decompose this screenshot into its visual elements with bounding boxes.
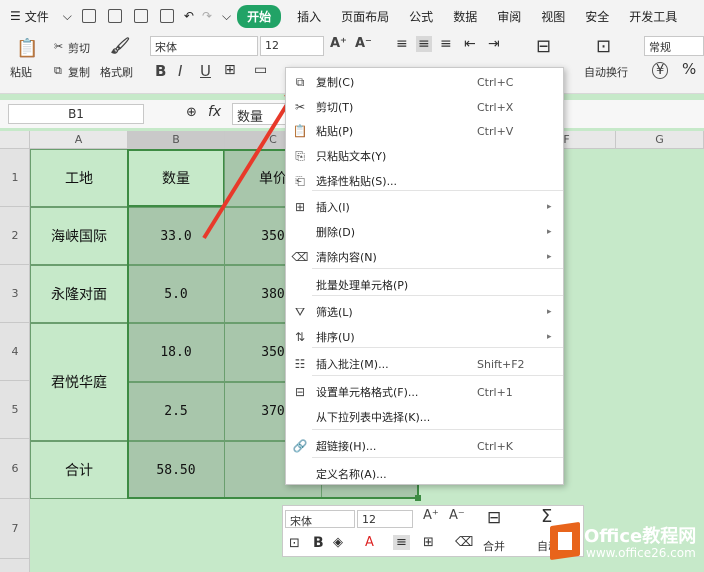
office-logo-inner <box>558 532 572 550</box>
context-menu-label: 排序(U) <box>316 331 355 344</box>
context-menu-label: 插入批注(M)... <box>316 358 389 371</box>
context-menu-label: 清除内容(N) <box>316 251 377 264</box>
mini-border-icon[interactable]: ⊞ <box>423 535 434 550</box>
arrow-line <box>202 88 298 240</box>
format-cells-icon: ⊟ <box>294 385 306 399</box>
submenu-arrow-icon: ▸ <box>547 307 552 317</box>
context-menu-item[interactable]: 📋 粘贴(P) Ctrl+V <box>286 119 563 143</box>
blank-icon <box>293 278 307 292</box>
blank-icon <box>293 467 307 481</box>
link-icon: 🔗 <box>292 439 308 453</box>
context-menu-shortcut: Ctrl+V <box>477 124 514 138</box>
paste-icon: 📋 <box>292 124 308 138</box>
context-menu-shortcut: Ctrl+C <box>477 75 514 89</box>
context-menu-label: 插入(I) <box>316 201 350 214</box>
mini-size-select[interactable]: 12 <box>357 510 413 528</box>
mini-align-icon[interactable]: ≡ <box>393 535 410 550</box>
context-menu-item[interactable]: ✂ 剪切(T) Ctrl+X <box>286 95 563 119</box>
context-menu-label: 超链接(H)... <box>316 440 377 453</box>
context-menu-item[interactable]: ⎘ 只粘贴文本(Y) <box>286 144 563 168</box>
context-menu-label: 筛选(L) <box>316 306 353 319</box>
sort-icon: ⇅ <box>294 330 306 344</box>
submenu-arrow-icon: ▸ <box>547 332 552 342</box>
context-menu-item[interactable]: ⊟ 设置单元格格式(F)... Ctrl+1 <box>286 380 563 404</box>
mini-fill-icon[interactable]: ◈ <box>333 535 343 550</box>
menu-separator <box>312 429 563 430</box>
copy-icon: ⧉ <box>295 74 305 89</box>
context-menu: ⧉ 复制(C) Ctrl+C ✂ 剪切(T) Ctrl+X 📋 粘贴(P) Ctrl+V ⎘ 只粘贴… <box>285 67 564 485</box>
cut-icon: ✂ <box>294 100 306 114</box>
context-menu-label: 复制(C) <box>316 76 355 89</box>
context-menu-item[interactable]: ⛛ 筛选(L) ▸ <box>286 300 563 324</box>
context-menu-label: 粘贴(P) <box>316 125 354 138</box>
mini-merge-icon[interactable]: ⊟ <box>487 508 501 528</box>
context-menu-item[interactable]: ⇅ 排序(U) ▸ <box>286 325 563 349</box>
filter-icon: ⛛ <box>294 304 306 319</box>
context-menu-label: 选择性粘贴(S)... <box>316 175 398 188</box>
mini-font-select[interactable]: 宋体 <box>285 510 355 528</box>
context-menu-shortcut: Ctrl+1 <box>477 385 513 399</box>
context-menu-item[interactable]: ☷ 插入批注(M)... Shift+F2 <box>286 352 563 376</box>
paste-special-icon: ⎗ <box>295 173 305 188</box>
mini-font-shrink-button[interactable]: A⁻ <box>449 508 465 523</box>
mini-toolbar: 宋体 12 A⁺ A⁻ ⊟ 合并 Σ 自动 ⊡ B ◈ A ≡ ⊞ ⌫ <box>282 505 584 557</box>
context-menu-label: 删除(D) <box>316 226 356 239</box>
context-menu-shortcut: Shift+F2 <box>477 357 525 371</box>
insert-icon: ⊞ <box>294 200 306 214</box>
context-menu-label: 定义名称(A)... <box>316 468 387 481</box>
watermark-line2: www.office26.com <box>586 546 696 560</box>
context-menu-item[interactable]: 🔗 超链接(H)... Ctrl+K <box>286 434 563 458</box>
context-menu-item[interactable]: 从下拉列表中选择(K)... <box>286 405 563 429</box>
context-menu-item[interactable]: ⊞ 插入(I) ▸ <box>286 195 563 219</box>
submenu-arrow-icon: ▸ <box>547 227 552 237</box>
context-menu-label: 剪切(T) <box>316 101 354 114</box>
context-menu-label: 批量处理单元格(P) <box>316 279 409 292</box>
context-menu-item[interactable]: 删除(D) ▸ <box>286 220 563 244</box>
context-menu-item[interactable]: 定义名称(A)... <box>286 462 563 486</box>
context-menu-item[interactable]: 批量处理单元格(P) <box>286 273 563 297</box>
watermark: Office教程网 www.office26.com <box>548 518 704 572</box>
context-menu-item[interactable]: ⌫ 清除内容(N) ▸ <box>286 245 563 269</box>
context-menu-label: 设置单元格格式(F)... <box>316 386 419 399</box>
mini-eraser-icon[interactable]: ⌫ <box>455 535 473 550</box>
mini-font-color-icon[interactable]: A <box>365 535 374 550</box>
spreadsheet-window: ☰ 文件 ⌵ ↶ ↷ ⌵ 开始 插入 页面布局 公式 数据 审阅 视图 安全 开… <box>0 0 704 572</box>
context-menu-label: 只粘贴文本(Y) <box>316 150 387 163</box>
mini-bold-button[interactable]: B <box>313 535 324 551</box>
comment-icon: ☷ <box>294 357 306 371</box>
eraser-icon: ⌫ <box>291 250 309 264</box>
context-menu-shortcut: Ctrl+K <box>477 439 514 453</box>
blank-icon <box>293 410 307 424</box>
context-menu-shortcut: Ctrl+X <box>477 100 514 114</box>
paste-text-icon: ⎘ <box>295 148 305 163</box>
context-menu-item[interactable]: ⎗ 选择性粘贴(S)... <box>286 169 563 193</box>
mini-format-icon[interactable]: ⊡ <box>289 536 300 551</box>
watermark-line1: Office教程网 <box>584 526 697 547</box>
blank-icon <box>293 225 307 239</box>
context-menu-label: 从下拉列表中选择(K)... <box>316 411 431 424</box>
mini-merge-button[interactable]: 合并 <box>483 538 505 554</box>
mini-font-grow-button[interactable]: A⁺ <box>423 508 439 523</box>
submenu-arrow-icon: ▸ <box>547 202 552 212</box>
context-menu-item[interactable]: ⧉ 复制(C) Ctrl+C <box>286 70 563 94</box>
submenu-arrow-icon: ▸ <box>547 252 552 262</box>
